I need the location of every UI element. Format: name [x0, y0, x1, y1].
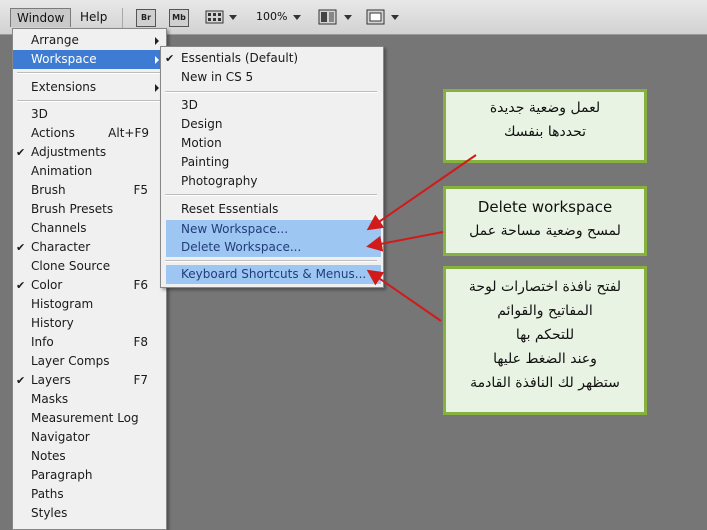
arrow-to-delete-workspace [366, 231, 444, 252]
annotation-arrows [366, 154, 477, 322]
arrow-to-keyboard-shortcuts [366, 269, 442, 322]
arrow-to-new-workspace [366, 154, 477, 231]
